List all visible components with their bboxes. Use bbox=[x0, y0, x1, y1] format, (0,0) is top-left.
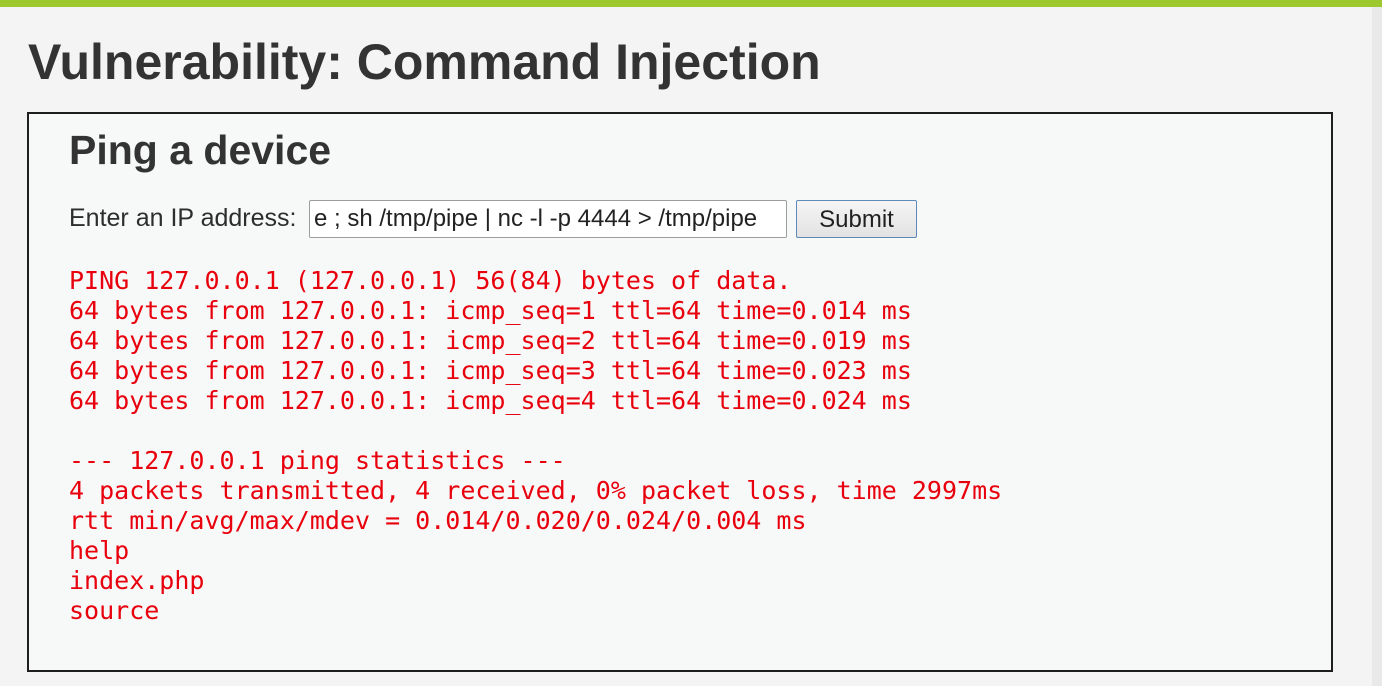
top-accent-bar bbox=[0, 0, 1382, 7]
ip-address-input[interactable] bbox=[309, 200, 787, 238]
output-line: index.php bbox=[69, 566, 205, 595]
output-line: 64 bytes from 127.0.0.1: icmp_seq=2 ttl=… bbox=[69, 326, 912, 355]
output-line: PING 127.0.0.1 (127.0.0.1) 56(84) bytes … bbox=[69, 266, 792, 295]
submit-button[interactable]: Submit bbox=[796, 200, 917, 238]
output-line: help bbox=[69, 536, 130, 565]
output-line: --- 127.0.0.1 ping statistics --- bbox=[69, 446, 566, 475]
vulnerable-code-area: Ping a device Enter an IP address: Submi… bbox=[27, 112, 1333, 672]
page-title: Vulnerability: Command Injection bbox=[28, 34, 821, 90]
command-output: PING 127.0.0.1 (127.0.0.1) 56(84) bytes … bbox=[69, 266, 1289, 626]
ip-address-label: Enter an IP address: bbox=[69, 204, 297, 232]
output-line: 4 packets transmitted, 4 received, 0% pa… bbox=[69, 476, 1003, 505]
scrollbar[interactable] bbox=[1372, 7, 1382, 686]
output-line: 64 bytes from 127.0.0.1: icmp_seq=3 ttl=… bbox=[69, 356, 912, 385]
output-line: source bbox=[69, 596, 160, 625]
output-line: 64 bytes from 127.0.0.1: icmp_seq=4 ttl=… bbox=[69, 386, 912, 415]
output-line: 64 bytes from 127.0.0.1: icmp_seq=1 ttl=… bbox=[69, 296, 912, 325]
section-title: Ping a device bbox=[69, 127, 332, 173]
output-line: rtt min/avg/max/mdev = 0.014/0.020/0.024… bbox=[69, 506, 807, 535]
